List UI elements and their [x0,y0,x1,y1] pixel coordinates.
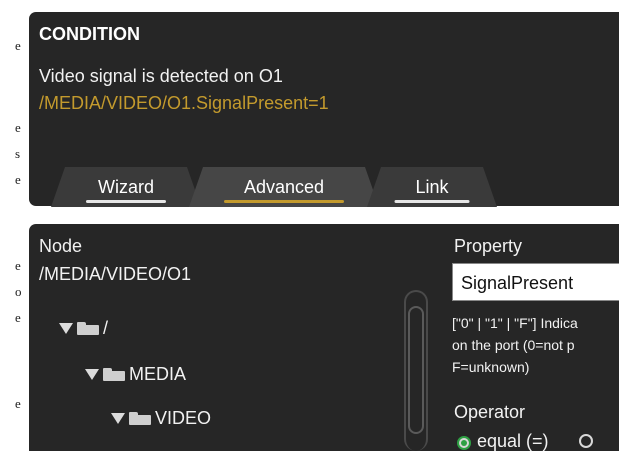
tab-underline [395,200,470,203]
node-label: Node [39,236,83,256]
tree-item-label: / [103,318,109,338]
side-letter: e [15,258,21,273]
property-label: Property [454,236,523,256]
side-letter: s [15,146,21,161]
side-letter: e [15,172,21,187]
operator-equal-label: equal (=) [477,431,549,451]
side-letter: e [15,396,21,411]
tree-item-root[interactable]: / [59,318,108,339]
advanced-panel: Node /MEDIA/VIDEO/O1 / MEDIA VIDEO Prope… [29,224,619,451]
node-path: /MEDIA/VIDEO/O1 [39,264,192,284]
condition-title: CONDITION [39,24,140,44]
tree-item-label: VIDEO [155,408,212,428]
folder-icon [103,368,125,381]
tab-underline [86,200,166,203]
expand-triangle-icon[interactable] [111,413,125,424]
tab-wizard[interactable]: Wizard [51,167,201,207]
tree-item-label: MEDIA [129,364,187,384]
condition-description: Video signal is detected on O1 [39,66,283,86]
tree-scrollbar[interactable] [404,290,428,451]
side-letter: e [15,38,21,53]
tree-item-media[interactable]: MEDIA [85,364,186,385]
folder-icon [129,412,151,425]
tab-underline-active [224,200,344,203]
operator-radio-equal[interactable] [457,436,471,450]
side-letter: e [15,120,21,135]
operator-radio-other[interactable] [579,434,593,448]
operator-label: Operator [454,402,526,422]
expand-triangle-icon[interactable] [85,369,99,380]
tab-advanced[interactable]: Advanced [189,167,379,207]
tab-link-label: Link [415,177,449,197]
folder-icon [77,322,99,335]
side-letter: e [15,310,21,325]
condition-path: /MEDIA/VIDEO/O1.SignalPresent=1 [39,93,329,113]
tab-link[interactable]: Link [367,167,497,207]
tree-item-video[interactable]: VIDEO [111,408,211,429]
scrollbar-thumb[interactable] [408,306,424,434]
tab-wizard-label: Wizard [97,177,154,197]
expand-triangle-icon[interactable] [59,323,73,334]
tab-advanced-label: Advanced [243,177,325,197]
condition-panel: CONDITION Video signal is detected on O1… [29,12,619,206]
property-field[interactable]: SignalPresent [452,263,619,301]
side-letter: o [15,284,22,299]
property-help-text: ["0" | "1" | "F"] Indica on the port (0=… [452,315,578,375]
